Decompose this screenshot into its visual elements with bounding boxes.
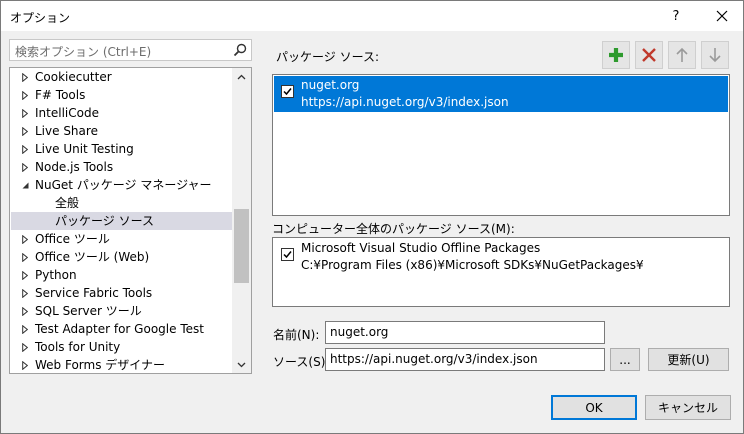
tree-item[interactable]: IntelliCode [11, 104, 232, 122]
tree-item-label: Cookiecutter [35, 70, 112, 84]
source-field[interactable]: https://api.nuget.org/v3/index.json [325, 348, 605, 371]
tree-item-label: IntelliCode [35, 106, 99, 120]
ok-button[interactable]: OK [551, 395, 637, 420]
search-input[interactable]: 検索オプション (Ctrl+E) [9, 39, 252, 61]
remove-source-button[interactable] [635, 41, 663, 69]
source-url: https://api.nuget.org/v3/index.json [301, 95, 509, 109]
collapsed-triangle-icon[interactable] [20, 338, 30, 356]
chevron-up-icon [237, 74, 246, 79]
source-label: ソース(S): [273, 355, 330, 369]
tree-item[interactable]: Office ツール (Web) [11, 248, 232, 266]
tree-item-label: Live Unit Testing [35, 142, 134, 156]
tree-item[interactable]: Live Unit Testing [11, 140, 232, 158]
arrow-up-icon [676, 47, 688, 62]
collapsed-triangle-icon[interactable] [20, 230, 30, 248]
move-down-button[interactable] [701, 41, 729, 69]
tree-item-label: SQL Server ツール [35, 304, 142, 318]
machine-source-enabled-checkbox[interactable] [281, 248, 294, 261]
close-icon [716, 10, 728, 22]
browse-button[interactable]: ... [610, 348, 640, 371]
plus-icon [609, 48, 623, 62]
tree-item[interactable]: 全般 [11, 194, 232, 212]
tree-item[interactable]: Test Adapter for Google Test [11, 320, 232, 338]
tree-item[interactable]: Tools for Unity [11, 338, 232, 356]
machine-sources-list[interactable]: Microsoft Visual Studio Offline Packages… [272, 237, 730, 307]
tree-item-label: Office ツール [35, 232, 110, 246]
tree-item-label: Python [35, 268, 77, 282]
delete-x-icon [642, 48, 656, 62]
tree-item[interactable]: Python [11, 266, 232, 284]
window-title: オプション [10, 11, 71, 25]
tree-item[interactable]: Office ツール [11, 230, 232, 248]
tree-item[interactable]: Node.js Tools [11, 158, 232, 176]
collapsed-triangle-icon[interactable] [20, 122, 30, 140]
search-placeholder: 検索オプション (Ctrl+E) [15, 45, 152, 59]
chevron-down-icon [237, 362, 246, 367]
tree-item[interactable]: Cookiecutter [11, 68, 232, 86]
source-name: nuget.org [301, 78, 360, 92]
collapsed-triangle-icon[interactable] [20, 356, 30, 373]
collapsed-triangle-icon[interactable] [20, 302, 30, 320]
package-sources-label: パッケージ ソース: [276, 50, 380, 64]
arrow-down-icon [709, 48, 721, 63]
update-button[interactable]: 更新(U) [648, 348, 729, 371]
scroll-thumb[interactable] [234, 209, 249, 283]
scroll-down-arrow[interactable] [232, 356, 251, 373]
checkmark-icon [283, 88, 292, 96]
expanded-triangle-icon[interactable] [20, 176, 30, 194]
tree-item-label: パッケージ ソース [55, 214, 154, 228]
collapsed-triangle-icon[interactable] [20, 104, 30, 122]
tree-item-label: NuGet パッケージ マネージャー [35, 178, 212, 192]
tree-item[interactable]: Live Share [11, 122, 232, 140]
machine-source-path: C:¥Program Files (x86)¥Microsoft SDKs¥Nu… [301, 258, 644, 272]
tree-item[interactable]: F# Tools [11, 86, 232, 104]
tree-item-label: Office ツール (Web) [35, 250, 150, 264]
machine-source-name: Microsoft Visual Studio Offline Packages [301, 241, 541, 255]
scroll-up-arrow[interactable] [232, 68, 251, 85]
tree-item-label: F# Tools [35, 88, 86, 102]
collapsed-triangle-icon[interactable] [20, 266, 30, 284]
tree-item-label: Node.js Tools [35, 160, 114, 174]
collapsed-triangle-icon[interactable] [20, 140, 30, 158]
close-button[interactable] [699, 1, 744, 31]
tree-item-label: Test Adapter for Google Test [35, 322, 204, 336]
cancel-button[interactable]: キャンセル [645, 395, 731, 420]
tree-item-label: Web Forms デザイナー [35, 358, 166, 372]
name-field[interactable]: nuget.org [325, 321, 605, 344]
tree-scrollbar[interactable] [232, 68, 251, 373]
add-source-button[interactable] [602, 41, 630, 69]
options-dialog: オプション ? 検索オプション (Ctrl+E) Cookiecutter F# … [0, 0, 744, 434]
tree-item[interactable]: SQL Server ツール [11, 302, 232, 320]
title-bar: オプション ? [1, 1, 743, 31]
collapsed-triangle-icon[interactable] [20, 284, 30, 302]
tree-item-label: Tools for Unity [35, 340, 121, 354]
tree-item-label: 全般 [55, 196, 80, 210]
package-source-item[interactable]: nuget.org https://api.nuget.org/v3/index… [274, 76, 728, 112]
package-sources-list[interactable]: nuget.org https://api.nuget.org/v3/index… [272, 74, 730, 216]
machine-sources-label: コンピューター全体のパッケージ ソース(M): [272, 222, 515, 236]
search-icon[interactable] [233, 43, 247, 57]
help-button[interactable]: ? [653, 1, 699, 31]
collapsed-triangle-icon[interactable] [20, 320, 30, 338]
collapsed-triangle-icon[interactable] [20, 248, 30, 266]
tree-item[interactable]: Web Forms デザイナー [11, 356, 232, 373]
name-label: 名前(N): [273, 328, 320, 342]
tree-item[interactable]: Service Fabric Tools [11, 284, 232, 302]
tree-item[interactable]: NuGet パッケージ マネージャー [11, 176, 232, 194]
collapsed-triangle-icon[interactable] [20, 86, 30, 104]
collapsed-triangle-icon[interactable] [20, 68, 30, 86]
source-enabled-checkbox[interactable] [281, 85, 294, 98]
collapsed-triangle-icon[interactable] [20, 158, 30, 176]
move-up-button[interactable] [668, 41, 696, 69]
machine-source-item[interactable]: Microsoft Visual Studio Offline Packages… [274, 239, 728, 275]
tree-item-label: Live Share [35, 124, 98, 138]
options-tree[interactable]: Cookiecutter F# Tools IntelliCode Live Shar… [9, 67, 252, 374]
tree-item[interactable]: パッケージ ソース [11, 212, 232, 230]
checkmark-icon [283, 251, 292, 259]
tree-item-label: Service Fabric Tools [35, 286, 153, 300]
